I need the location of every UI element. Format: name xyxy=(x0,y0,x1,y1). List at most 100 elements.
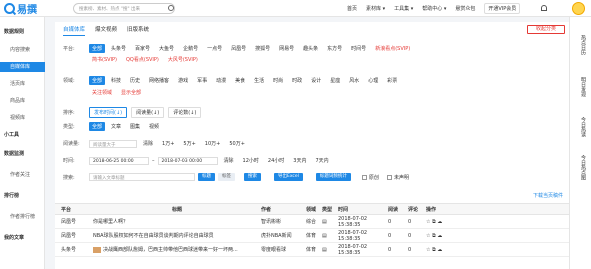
domain-option[interactable]: 历史 xyxy=(127,76,143,85)
read-input[interactable]: 阅读量大于 xyxy=(89,139,137,148)
logo[interactable]: 易撰 xyxy=(4,2,37,16)
platform-option[interactable]: 趣头条 xyxy=(300,44,321,53)
platform-option[interactable]: 新浪看点(SVIP) xyxy=(372,44,413,53)
rightbar-tomorrow[interactable]: 明日发现 xyxy=(575,77,587,97)
platform-option[interactable]: 简书(SVIP) xyxy=(89,55,120,64)
time-to-input[interactable]: 2018-07-03 00:00 xyxy=(157,156,218,165)
nav-material[interactable]: 素材库 ▾ xyxy=(366,5,385,12)
type-option[interactable]: 图集 xyxy=(127,122,143,131)
sidebar-item-tools[interactable]: 小工具 xyxy=(0,130,45,140)
sidebar-item-rules[interactable]: 数据规则 xyxy=(0,27,45,37)
tag-button[interactable]: 标签 xyxy=(218,173,235,181)
nav-help[interactable]: 帮助中心 ▾ xyxy=(422,5,446,12)
sidebar-item-monitor[interactable]: 数据监测 xyxy=(0,149,45,159)
follow-domain-link[interactable]: 关注领域 xyxy=(89,88,115,97)
time-option[interactable]: 7天内 xyxy=(312,156,331,165)
undeclared-checkbox[interactable] xyxy=(386,174,392,180)
platform-option[interactable]: 百家号 xyxy=(132,44,153,53)
sidebar-item-video[interactable]: 视频库 xyxy=(0,113,45,123)
time-option[interactable]: 24小时 xyxy=(265,156,287,165)
row-actions[interactable]: ☆ ⧉ ☁ xyxy=(426,247,466,253)
sidebar-item-goods[interactable]: 商品库 xyxy=(0,96,45,106)
sidebar-item-search[interactable]: 内容搜索 xyxy=(0,45,45,55)
platform-option[interactable]: 网易号 xyxy=(276,44,297,53)
sidebar-item-my-articles[interactable]: 我的文章 xyxy=(0,233,45,243)
title-search-input[interactable]: 请输入文章标题 xyxy=(89,173,195,181)
platform-option[interactable]: 企鹅号 xyxy=(180,44,201,53)
domain-option[interactable]: 动漫 xyxy=(213,76,229,85)
type-option[interactable]: 视频 xyxy=(146,122,162,131)
table-row[interactable]: 凤凰号 NBA球队股权如何不在自由球员谈判期内评论自由球员 虎扑NBA新闻 体育… xyxy=(55,229,569,243)
time-option[interactable]: 12小时 xyxy=(240,156,262,165)
domain-option[interactable]: 心理 xyxy=(365,76,381,85)
platform-option[interactable]: 搜狐号 xyxy=(252,44,273,53)
platform-option[interactable]: 一点号 xyxy=(204,44,225,53)
rightbar-today-hot[interactable]: 今日热点图 xyxy=(575,155,587,180)
domain-option[interactable]: 军事 xyxy=(194,76,210,85)
avatar[interactable] xyxy=(572,2,585,15)
platform-option[interactable]: 头条号 xyxy=(108,44,129,53)
domain-option[interactable]: 星座 xyxy=(327,76,343,85)
domain-option[interactable]: 时政 xyxy=(289,76,305,85)
read-option[interactable]: 50万+ xyxy=(226,139,248,148)
sidebar-item-follow[interactable]: 作者关注 xyxy=(0,170,45,180)
sidebar-item-page[interactable]: 活页库 xyxy=(0,79,45,89)
type-option[interactable]: 文章 xyxy=(108,122,124,131)
tab-video[interactable]: 爆文视频 xyxy=(95,25,117,36)
rightbar-today-read[interactable]: 今日热读 xyxy=(575,117,587,137)
platform-option[interactable]: 凤凰号 xyxy=(228,44,249,53)
sidebar-item-media[interactable]: 自媒体库 xyxy=(0,62,45,72)
read-option[interactable]: 10万+ xyxy=(202,139,224,148)
domain-option[interactable]: 彩票 xyxy=(384,76,400,85)
original-checkbox[interactable] xyxy=(361,174,367,180)
domain-option[interactable]: 生活 xyxy=(251,76,267,85)
read-option[interactable]: 1万+ xyxy=(159,139,177,148)
search-button[interactable]: 搜索 xyxy=(244,173,261,181)
domain-option[interactable]: 设计 xyxy=(308,76,324,85)
domain-option[interactable]: 游戏 xyxy=(175,76,191,85)
sort-option[interactable]: 发布时间(↓) xyxy=(89,107,128,118)
tab-old[interactable]: 旧版系统 xyxy=(127,25,149,36)
platform-option[interactable]: QQ看点(SVIP) xyxy=(123,55,162,64)
sidebar-item-rank[interactable]: 排行榜 xyxy=(0,191,45,201)
row-actions[interactable]: ☆ ⧉ ☁ xyxy=(426,219,466,225)
time-from-input[interactable]: 2018-06-25 00:00 xyxy=(89,156,149,165)
sort-option[interactable]: 评论数(↓) xyxy=(168,107,202,118)
domain-option[interactable]: 风水 xyxy=(346,76,362,85)
search-icon[interactable] xyxy=(168,5,174,11)
sidebar-item-author-rank[interactable]: 作者排行榜 xyxy=(0,212,45,222)
read-option[interactable]: 5万+ xyxy=(180,139,198,148)
word-freq-button[interactable]: 标题词频统计 xyxy=(315,173,351,181)
bell-icon[interactable] xyxy=(541,5,547,11)
platform-option[interactable]: 大鱼号 xyxy=(156,44,177,53)
domain-option[interactable]: 时尚 xyxy=(270,76,286,85)
title-button[interactable]: 标题 xyxy=(198,173,215,181)
collapse-button[interactable]: 收起分类 xyxy=(527,25,565,34)
table-row[interactable]: 凤凰号 你是哪里人啊？ 智讯彬彬 综合 ▤ 2018-07-02 15:38:3… xyxy=(55,215,569,229)
nav-home[interactable]: 首页 xyxy=(347,5,357,12)
read-option[interactable]: 清除 xyxy=(140,139,156,148)
row-actions[interactable]: ☆ ⧉ ☁ xyxy=(426,233,466,239)
table-row[interactable]: 头条号 决战鹰西部队詹姆，巴西主帅带他巴西球迷带来一好一坏两... 零度眼看球 … xyxy=(55,243,569,257)
domain-option[interactable]: 网络播客 xyxy=(146,76,172,85)
domain-option[interactable]: 美食 xyxy=(232,76,248,85)
time-option[interactable]: 3天内 xyxy=(290,156,309,165)
show-all-link[interactable]: 显示全部 xyxy=(118,88,144,97)
search-input[interactable]: 搜素榜、素材、热点 "搜" 出来 xyxy=(73,3,175,14)
tab-media[interactable]: 自媒体库 xyxy=(63,25,86,36)
sort-option[interactable]: 阅读量(↓) xyxy=(131,107,165,118)
domain-option[interactable]: 全部 xyxy=(89,76,106,85)
export-excel-button[interactable]: 导出Excel xyxy=(274,173,303,181)
nav-tools[interactable]: 工具集 ▾ xyxy=(394,5,413,12)
platform-option[interactable]: 全部 xyxy=(89,44,106,53)
platform-option[interactable]: 时间号 xyxy=(348,44,369,53)
platform-option[interactable]: 大风号(SVIP) xyxy=(165,55,201,64)
time-option[interactable]: 清除 xyxy=(221,156,237,165)
nav-crowd[interactable]: 悬赏众包 xyxy=(455,5,475,12)
download-link[interactable]: 下载当页稿件 xyxy=(533,192,563,199)
rightbar-hot-calendar[interactable]: 热点日历 xyxy=(575,35,587,55)
platform-option[interactable]: 东方号 xyxy=(324,44,345,53)
vip-button[interactable]: 开通VIP会员 xyxy=(484,3,521,14)
type-option[interactable]: 全部 xyxy=(89,122,106,131)
domain-option[interactable]: 科技 xyxy=(108,76,124,85)
